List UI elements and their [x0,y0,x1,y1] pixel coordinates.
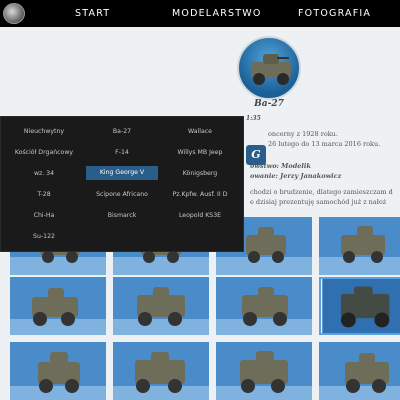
dropdown-item-active[interactable]: King George V [86,166,158,180]
article-title: Ba-27 [254,99,284,109]
gallery-thumb[interactable] [113,277,209,335]
gallery-thumb[interactable] [10,342,106,400]
dropdown-item[interactable]: Königsberg [164,168,236,180]
article-line: 26 lutego do 13 marca 2016 roku. [268,140,381,148]
dropdown-item[interactable]: wz. 34 [8,168,80,180]
dropdown-item[interactable]: Scipone Africano [86,189,158,201]
dropdown-item[interactable]: Willys MB Jeep [164,147,236,159]
modelarstwo-dropdown: Nieuchwytny Ba-27 Wallace Kościół Drgańc… [0,116,244,252]
dropdown-item[interactable]: Leopold KS3E [164,210,236,222]
dropdown-item[interactable]: Kościół Drgańcowy [8,147,80,159]
gallery-thumb[interactable] [216,277,312,335]
nav-start[interactable]: START [75,8,110,19]
article-scale: 1:35 [246,115,261,122]
dropdown-item[interactable]: Nieuchwytny [8,126,80,138]
article-line: oncerny z 1928 roku. [268,130,338,138]
gallery-thumb-selected[interactable] [319,277,400,335]
model-avatar [237,36,301,100]
dropdown-item[interactable]: Bismarck [86,210,158,222]
article-line: owanie: Jerzy Janakowicz [250,172,342,180]
dropdown-item[interactable]: F-14 [86,147,158,159]
article-line: e dzisiaj prezentuję samochód już z nało… [250,198,387,206]
dropdown-item[interactable]: Wallace [164,126,236,138]
gallery-thumb[interactable] [113,342,209,400]
dropdown-item[interactable]: Chi-Ha [8,210,80,222]
gallery-thumb[interactable] [10,277,106,335]
dropdown-item[interactable]: Pz.Kpfw. Ausf. II D [164,189,236,201]
dropdown-item[interactable]: Ba-27 [86,126,158,138]
gallery-thumb[interactable] [216,342,312,400]
article-line: owstwo: Modelik [250,162,311,170]
article-line: chodzi o brudzenie, dlatego zamieszczam … [250,188,393,196]
gallery-thumb[interactable] [319,217,400,275]
nav-modelarstwo[interactable]: MODELARSTWO [172,8,262,19]
dropdown-item[interactable]: T-28 [8,189,80,201]
dropdown-item[interactable]: Su-122 [8,231,80,243]
nav-fotografia[interactable]: FOTOGRAFIA [298,8,371,19]
gallery-thumb[interactable] [319,342,400,400]
site-logo-icon[interactable] [3,3,25,24]
top-navbar: START MODELARSTWO FOTOGRAFIA [0,0,400,27]
